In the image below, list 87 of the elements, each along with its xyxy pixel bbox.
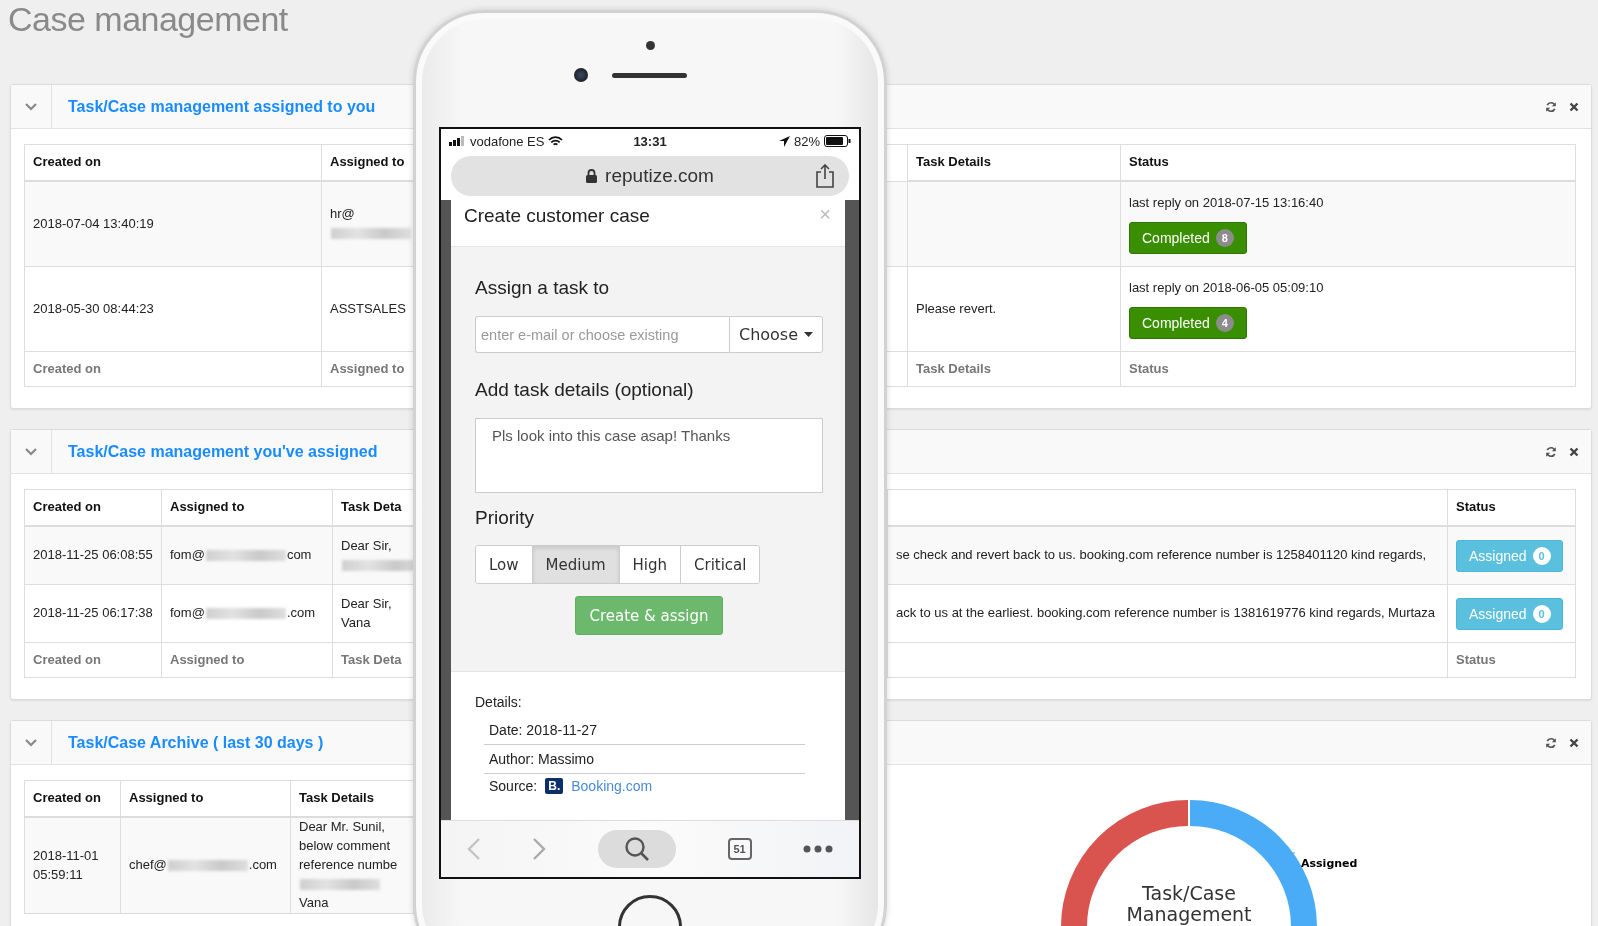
table-cell: 2018-05-30 08:44:23	[25, 267, 322, 352]
page-title: Case management	[8, 0, 288, 40]
lock-icon	[586, 169, 598, 183]
signal-icon	[449, 136, 466, 146]
wifi-icon	[548, 135, 564, 147]
table-cell: ack to us at the earliest. booking.com reference number is 1381619776 kind regards, Murtaza	[888, 585, 1448, 643]
field-label: Assign a task to	[475, 277, 611, 299]
refresh-icon[interactable]	[1545, 736, 1557, 749]
clock-time: 13:31	[633, 133, 667, 149]
priority-option[interactable]: Low	[476, 546, 533, 583]
chevron-down-icon	[25, 447, 37, 456]
table-cell: 2018-07-04 13:40:19	[25, 182, 322, 267]
battery-icon	[824, 135, 851, 147]
detail-row: Author: Massimo	[484, 745, 805, 774]
address-bar[interactable]: reputize.com	[451, 156, 849, 196]
status-button[interactable]: Completed 8	[1129, 221, 1247, 254]
close-icon[interactable]	[1569, 101, 1579, 112]
email-field[interactable]: enter e-mail or choose existing	[475, 316, 729, 353]
reply-note: last reply on 2018-07-15 13:16:40	[1129, 194, 1324, 213]
sensor-dot	[645, 41, 655, 50]
chevron-left-icon	[466, 837, 481, 861]
cell-text: Dear Sir,	[341, 537, 392, 553]
priority-option[interactable]: High	[619, 546, 681, 583]
count-badge: 8	[1215, 228, 1234, 247]
details-field[interactable]: Pls look into this case asap! Thanks	[475, 418, 823, 493]
status-button[interactable]: Assigned 0	[1456, 539, 1563, 572]
column-header: Task Details	[908, 352, 1121, 387]
field-label: Priority	[475, 507, 536, 529]
panel-title[interactable]: Task/Case management assigned to you	[68, 97, 376, 116]
field-label: Add task details (optional)	[475, 379, 695, 401]
priority-option[interactable]: Critical	[681, 546, 760, 583]
search-icon	[624, 836, 650, 862]
caret-icon	[804, 332, 814, 337]
cell-text: chef@	[129, 857, 167, 873]
status-button[interactable]: Completed 4	[1129, 306, 1247, 339]
cell-text: .com	[248, 857, 277, 873]
chevron-down-icon	[25, 102, 37, 111]
carrier-name: vodafone ES	[470, 133, 545, 149]
chevron-right-icon	[532, 837, 547, 861]
modal-title: Create customer case	[464, 205, 650, 227]
priority-option[interactable]: Medium	[532, 546, 620, 583]
count-badge: 4	[1215, 313, 1234, 332]
count-badge: 0	[1532, 546, 1551, 565]
refresh-icon[interactable]	[1545, 445, 1557, 458]
chart-title: Task/Case Management	[1125, 883, 1253, 925]
url-text: reputize.com	[605, 165, 714, 187]
more-icon[interactable]	[803, 845, 834, 853]
choose-button[interactable]: Choose	[729, 316, 823, 353]
search-button[interactable]	[598, 830, 676, 868]
table-cell: Please revert.	[908, 267, 1121, 352]
close-icon[interactable]	[1569, 737, 1579, 748]
count-badge: 0	[1532, 604, 1551, 623]
details-heading: Details:	[475, 694, 523, 710]
refresh-icon[interactable]	[1545, 100, 1557, 113]
close-icon[interactable]	[1569, 446, 1579, 457]
panel-title[interactable]: Task/Case management you've assigned	[68, 442, 378, 461]
create-assign-button[interactable]: Create & assign	[575, 596, 723, 635]
cell-text: hr@	[330, 206, 355, 222]
cell-text: fom@	[170, 605, 205, 621]
cell-text: com	[286, 547, 312, 563]
table-cell: 2018-11-25 06:08:55	[25, 527, 162, 585]
share-icon[interactable]	[815, 164, 835, 188]
cell-text: Vana	[299, 894, 329, 910]
column-header: Created on	[25, 352, 322, 387]
battery-percent: 82%	[793, 133, 820, 149]
status-button[interactable]: Assigned 0	[1456, 597, 1563, 630]
cell-text: .com	[286, 605, 316, 621]
column-header: Assigned to	[162, 643, 333, 678]
column-header: Status	[1121, 352, 1576, 387]
cell-text: Dear Mr. Sunil, below comment reference numbe	[299, 819, 398, 873]
panel-title[interactable]: Task/Case Archive ( last 30 days )	[68, 733, 324, 752]
camera-lens	[573, 68, 588, 82]
column-header: Created on	[25, 643, 162, 678]
table-cell: se check and revert back to us. booking.com reference number is 1258401120 kind regards,	[888, 527, 1448, 585]
detail-row: Date: 2018-11-27	[484, 716, 805, 745]
table-cell: 2018-11-25 06:17:38	[25, 585, 162, 643]
cell-text: fom@	[170, 547, 205, 563]
source-link[interactable]: Booking.com	[571, 778, 653, 794]
location-arrow-icon	[778, 135, 790, 147]
chevron-down-icon	[25, 738, 37, 747]
chart-label: Assigned	[1301, 857, 1358, 870]
table-cell: 2018-11-01 05:59:11	[25, 818, 121, 914]
detail-label: Source:	[489, 778, 538, 794]
column-header: Status	[1448, 643, 1576, 678]
source-logo: B.	[545, 778, 564, 794]
reply-note: last reply on 2018-06-05 05:09:10	[1129, 279, 1324, 298]
tabs-button[interactable]: 51	[727, 838, 752, 860]
